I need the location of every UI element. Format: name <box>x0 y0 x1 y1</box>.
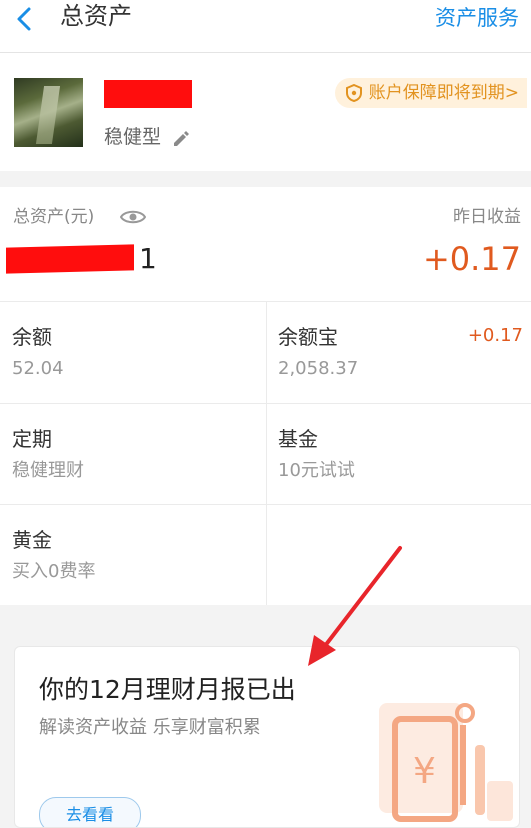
risk-type-label: 稳健型 <box>104 126 162 148</box>
asset-item-desc: 10元试试 <box>278 460 355 481</box>
report-title: 你的12月理财月报已出 <box>39 675 296 704</box>
page-title: 总资产 <box>60 2 132 30</box>
shield-icon <box>345 84 362 102</box>
report-subtitle: 解读资产收益 乐享财富积累 <box>39 717 261 738</box>
asset-item-desc: 买入0费率 <box>12 561 96 582</box>
total-assets-value: 1 <box>6 239 166 279</box>
yesterday-earnings-value: +0.17 <box>422 240 521 278</box>
asset-item-yuebao[interactable]: 余额宝 +0.17 2,058.37 <box>266 302 531 403</box>
asset-summary-card: 总资产(元) 1 昨日收益 +0.17 余额 52.04 余额宝 +0.17 2… <box>0 187 531 605</box>
redacted-username <box>104 80 192 108</box>
asset-item-balance[interactable]: 余额 52.04 <box>0 302 265 403</box>
asset-item-gold[interactable]: 黄金 买入0费率 <box>0 505 265 606</box>
back-icon[interactable] <box>12 4 36 34</box>
asset-item-value: 2,058.37 <box>278 358 359 379</box>
svg-text:¥: ¥ <box>413 751 436 792</box>
guarantee-notice-text: 账户保障即将到期> <box>368 83 519 103</box>
profile-card: 稳健型 账户保障即将到期> <box>0 53 531 171</box>
monthly-report-card[interactable]: 你的12月理财月报已出 解读资产收益 乐享财富积累 去看看 ¥ <box>14 646 520 828</box>
asset-item-title: 余额 <box>12 325 52 349</box>
edit-icon[interactable] <box>172 129 190 147</box>
asset-item-value: 52.04 <box>12 358 64 379</box>
total-assets-label: 总资产(元) <box>13 207 95 227</box>
asset-item-title: 余额宝 <box>278 325 338 349</box>
asset-item-title: 黄金 <box>12 528 52 552</box>
top-bar: 总资产 资产服务 <box>0 0 531 53</box>
account-guarantee-notice[interactable]: 账户保障即将到期> <box>334 78 527 108</box>
asset-item-title: 基金 <box>278 427 318 451</box>
redacted-total-assets <box>6 244 134 274</box>
asset-services-link[interactable]: 资产服务 <box>435 3 519 33</box>
asset-item-title: 定期 <box>12 427 52 451</box>
asset-item-fund[interactable]: 基金 10元试试 <box>266 404 531 505</box>
eye-icon[interactable] <box>120 208 146 226</box>
money-bag-icon: ¥ <box>379 703 513 822</box>
asset-item-desc: 稳健理财 <box>12 460 84 481</box>
avatar[interactable] <box>14 78 83 147</box>
total-assets-visible-digit: 1 <box>139 242 157 275</box>
asset-item-earnings: +0.17 <box>467 325 523 346</box>
asset-item-fixed-term[interactable]: 定期 稳健理财 <box>0 404 265 505</box>
yesterday-earnings-label: 昨日收益 <box>453 207 521 227</box>
